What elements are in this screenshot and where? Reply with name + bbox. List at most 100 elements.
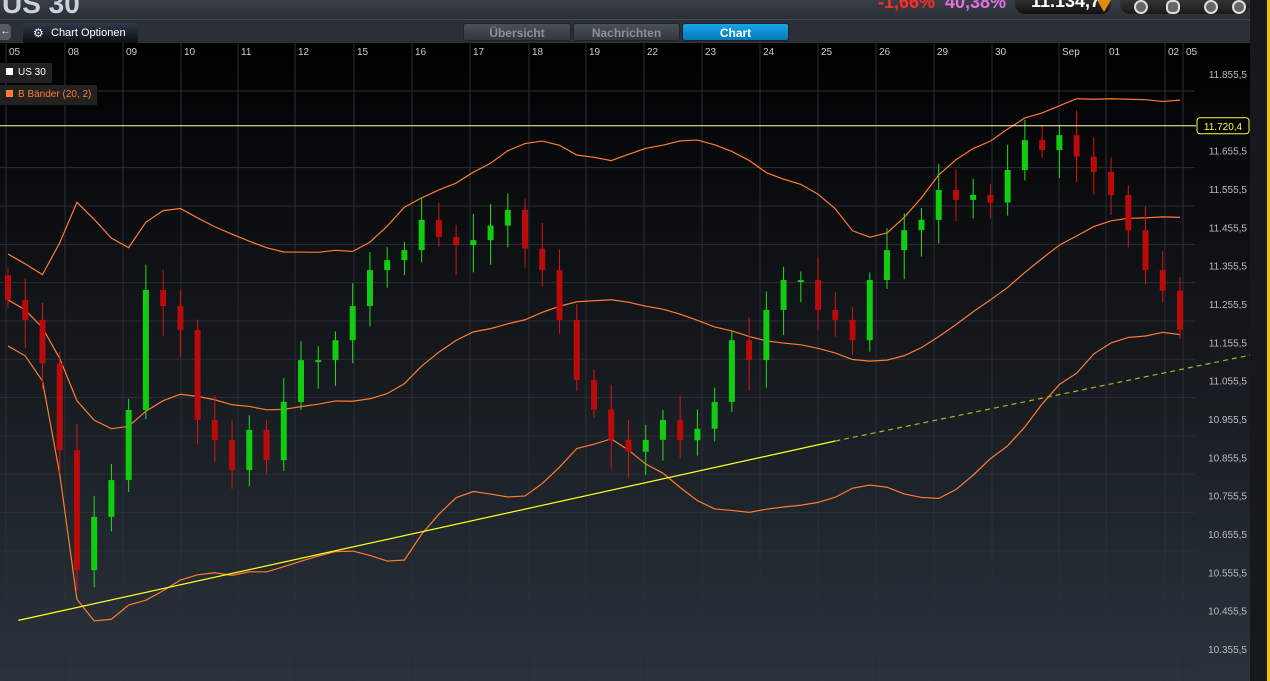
candle-body [263, 429, 270, 461]
candle-body [591, 380, 597, 410]
candle-body [177, 306, 184, 330]
instrument-title: US 30 [2, 0, 80, 19]
candle-body [918, 219, 925, 231]
x-tick-label: 15 [357, 47, 369, 58]
y-tick-label: 11.855,5 [1209, 70, 1248, 81]
candle-body [711, 401, 718, 429]
arrow-left-icon[interactable]: ← [0, 24, 11, 40]
x-tick-label: 05 [1186, 47, 1198, 58]
candle-body [246, 429, 253, 471]
legend-label: US 30 [18, 67, 46, 78]
x-tick-label: 12 [298, 47, 310, 58]
chart-options-button[interactable]: ⚙ Chart Optionen [23, 23, 138, 43]
y-tick-label: 11.555,5 [1209, 185, 1248, 196]
candle-body [56, 363, 63, 451]
settings-icon[interactable] [1232, 0, 1246, 14]
legend-swatch [6, 90, 13, 97]
candle-body [1073, 135, 1080, 157]
headset-icon[interactable] [1166, 0, 1180, 14]
candle-body [1090, 156, 1097, 172]
candle-body [849, 319, 856, 341]
y-tick-label: 10.355,5 [1208, 645, 1247, 656]
y-tick-label: 11.655,5 [1209, 147, 1248, 158]
candle-body [332, 340, 339, 361]
candle-body [39, 319, 46, 364]
candle-body [453, 237, 460, 246]
x-tick-label: Sep [1062, 47, 1080, 58]
candle-body [142, 289, 149, 410]
candle-body [5, 275, 11, 300]
y-tick-label: 11.155,5 [1209, 338, 1248, 349]
candle-body [1177, 290, 1183, 330]
candlestick-chart[interactable]: 05 08 09 10 11 12 15 16 17 18 19 22 23 24 25 26 29 30 Sep 0… [0, 43, 1250, 681]
candle-body [1004, 170, 1011, 203]
y-tick-label: 10.655,5 [1208, 530, 1247, 541]
candle-body [349, 306, 356, 341]
down-arrow-icon [1097, 0, 1111, 12]
candle-body [211, 419, 218, 441]
legend-us30[interactable]: US 30 [0, 63, 52, 83]
candle-body [470, 240, 477, 246]
legend-bollinger[interactable]: B Bänder (20, 2) [0, 85, 98, 105]
candle-body [539, 248, 546, 271]
candle-body [401, 250, 408, 261]
candle-body [832, 309, 839, 320]
candle-body [1039, 140, 1046, 151]
candle-body [366, 270, 373, 307]
chart-options-label: Chart Optionen [51, 27, 126, 39]
y-tick-label: 11.355,5 [1209, 262, 1248, 273]
x-tick-label: 29 [937, 47, 949, 58]
candle-body [504, 209, 511, 226]
candle-body [1159, 270, 1166, 291]
speedometer-icon[interactable] [1134, 0, 1148, 14]
x-tick-label: 16 [415, 47, 427, 58]
candle-body [866, 280, 873, 341]
candle-body [108, 480, 115, 517]
x-tick-label: 05 [9, 47, 21, 58]
candle-body [384, 260, 391, 271]
tool-group [1120, 0, 1250, 14]
candle-body [901, 230, 908, 251]
candle-body [73, 450, 80, 571]
candle-body [160, 289, 167, 307]
price-value: 11.134,7 [1031, 0, 1101, 11]
plot-background [0, 43, 1250, 681]
candle-body [763, 309, 770, 361]
candle-body [229, 440, 236, 471]
legend-label: B Bänder (20, 2) [18, 89, 92, 100]
x-tick-label: 18 [532, 47, 544, 58]
candle-body [987, 194, 994, 203]
candle-body [694, 428, 701, 441]
candle-body [746, 340, 753, 361]
x-tick-label: 26 [879, 47, 891, 58]
candle-body [1125, 194, 1132, 231]
candle-body [970, 194, 977, 200]
tab-chart[interactable]: Chart [682, 23, 789, 41]
candle-body [556, 270, 563, 320]
tab-news[interactable]: Nachrichten [573, 23, 680, 41]
wheel-icon[interactable] [1204, 0, 1218, 14]
candle-body [194, 329, 201, 420]
gear-icon: ⚙ [33, 26, 44, 40]
change-percent: -1,66% [878, 0, 936, 12]
candle-body [642, 439, 649, 452]
x-tick-label: 02 [1168, 47, 1180, 58]
candle-body [780, 280, 787, 310]
candle-body [418, 219, 425, 251]
candle-body [315, 360, 322, 363]
x-tick-label: 08 [68, 47, 80, 58]
x-tick-label: 25 [821, 47, 833, 58]
candle-body [522, 209, 529, 249]
y-tick-label: 11.255,5 [1209, 300, 1248, 311]
candle-body [280, 401, 287, 461]
candle-body [608, 409, 615, 440]
y-tick-label: 10.455,5 [1208, 607, 1247, 618]
tab-overview[interactable]: Übersicht [463, 23, 571, 41]
candle-body [22, 299, 29, 320]
candle-body [125, 409, 132, 481]
candle-body [952, 189, 959, 200]
x-tick-label: 19 [589, 47, 601, 58]
sentiment-percent: 40,38% [945, 0, 1007, 12]
x-tick-label: 17 [473, 47, 485, 58]
candle-body [815, 280, 822, 310]
